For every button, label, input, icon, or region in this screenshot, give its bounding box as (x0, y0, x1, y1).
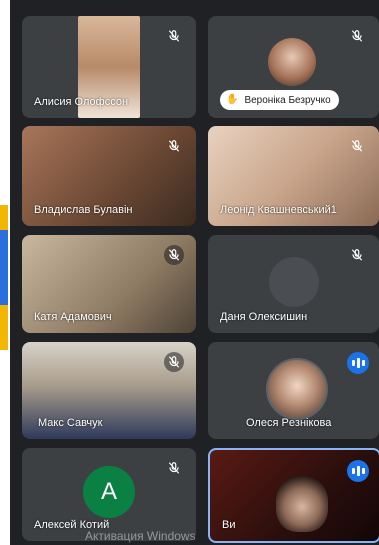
participant-name: Макс Савчук (38, 417, 103, 429)
participant-name: Алисия Олофссон (34, 96, 129, 108)
mic-off-icon (347, 26, 367, 46)
mic-off-icon (164, 352, 184, 372)
speaking-indicator-icon (347, 460, 369, 482)
participant-name: Ви (222, 519, 236, 531)
participant-avatar (266, 358, 328, 420)
windows-activation-watermark: Активация Windows (85, 529, 196, 543)
participant-tile[interactable]: ✋ Вероніка Безручко (208, 16, 379, 118)
left-strip-blue (0, 230, 8, 305)
participant-name: Вероніка Безручко (244, 94, 331, 106)
participant-tile[interactable]: A Алексей Котий (22, 448, 196, 541)
participant-name: Владислав Булавін (34, 204, 133, 216)
speaking-indicator-icon (347, 352, 369, 374)
participant-name: Леонід Квашневський1 (220, 204, 337, 216)
left-strip-yellow (0, 205, 8, 230)
hand-icon: ✋ (226, 94, 239, 105)
participant-tile[interactable]: Олеся Рeзнікова (208, 342, 379, 439)
participant-avatar (268, 38, 316, 86)
participant-grid: Алисия Олофссон ✋ Вероніка Безручко Влад… (10, 0, 379, 545)
participant-avatar (269, 257, 319, 307)
participant-video (276, 476, 328, 532)
mic-off-icon (164, 26, 184, 46)
participant-name: Олеся Рeзнікова (246, 417, 332, 429)
participant-name-chip: ✋ Вероніка Безручко (220, 90, 339, 110)
mic-off-icon (164, 245, 184, 265)
participant-tile[interactable]: Даня Олексишин (208, 235, 379, 333)
participant-initial-avatar: A (83, 466, 135, 518)
participant-tile[interactable]: Катя Адамович (22, 235, 196, 333)
participant-tile[interactable]: Леонід Квашневський1 (208, 126, 379, 226)
participant-tile[interactable]: Макс Савчук (22, 342, 196, 439)
self-video-tile[interactable]: Ви (208, 448, 379, 543)
mic-off-icon (347, 136, 367, 156)
participant-tile[interactable]: Алисия Олофссон (22, 16, 196, 118)
participant-name: Катя Адамович (34, 311, 112, 323)
mic-off-icon (164, 136, 184, 156)
mic-off-icon (347, 245, 367, 265)
left-strip-yellow-2 (0, 305, 8, 350)
participant-name: Даня Олексишин (220, 311, 308, 323)
participant-tile[interactable]: Владислав Булавін (22, 126, 196, 226)
mic-off-icon (164, 458, 184, 478)
